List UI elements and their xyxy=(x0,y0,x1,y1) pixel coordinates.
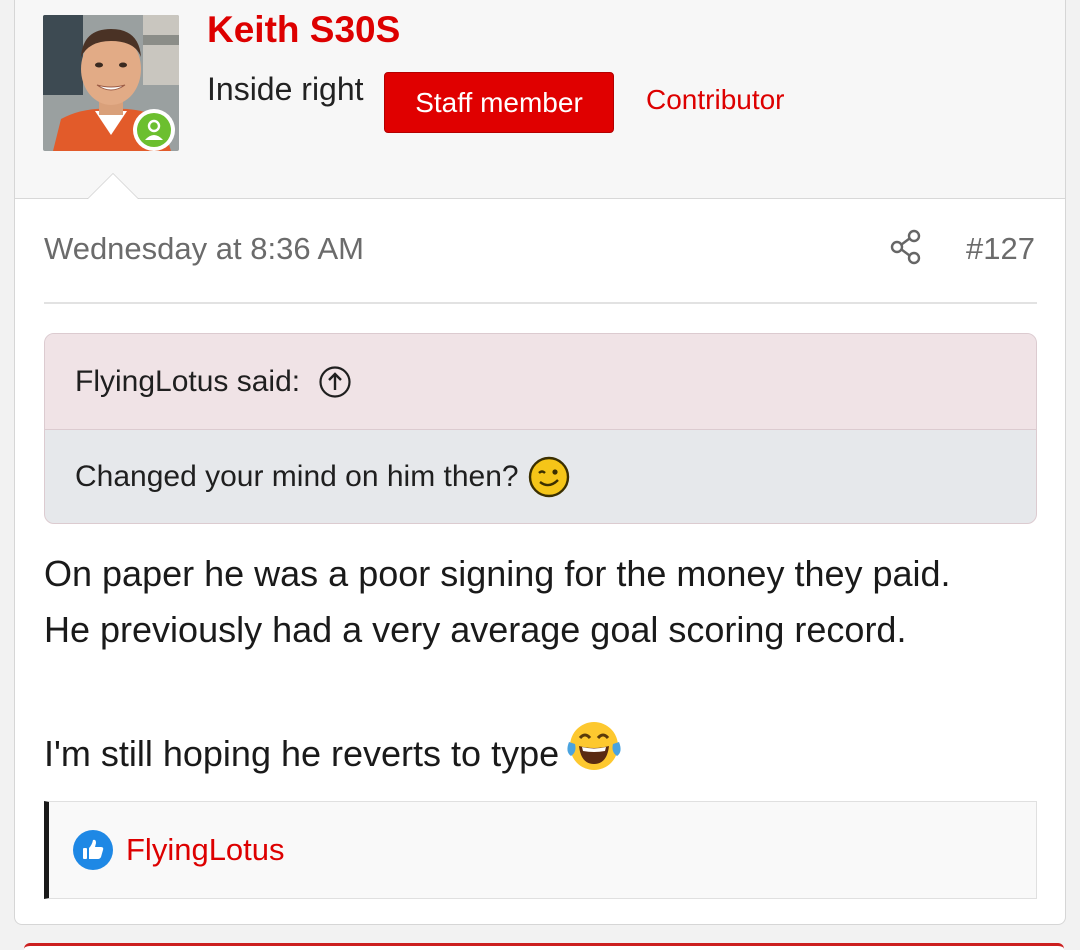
message-line-with-emoji: I'm still hoping he reverts to type xyxy=(44,718,1044,782)
post-date[interactable]: Wednesday at 8:36 AM xyxy=(44,231,364,267)
quote-text: Changed your mind on him then? xyxy=(75,460,519,493)
user-header: Keith S30S Inside right Staff member Con… xyxy=(15,0,1065,199)
person-icon xyxy=(145,119,163,140)
post-card: Keith S30S Inside right Staff member Con… xyxy=(14,0,1066,925)
message-line: On paper he was a poor signing for the m… xyxy=(44,553,951,594)
author-title: Inside right xyxy=(207,71,364,107)
reactions-bar[interactable]: FlyingLotus xyxy=(44,801,1037,899)
post-number-link[interactable]: #127 xyxy=(966,231,1035,267)
post-message: On paper he was a poor signing for the m… xyxy=(44,546,1044,782)
message-line: He previously had a very average goal sc… xyxy=(44,609,907,650)
arrow-up-circle-icon[interactable] xyxy=(318,365,352,399)
quote-header[interactable]: FlyingLotus said: xyxy=(45,334,1036,430)
online-indicator xyxy=(137,113,171,147)
wink-emoji-icon xyxy=(528,456,569,498)
author-username[interactable]: Keith S30S xyxy=(207,9,400,51)
staff-member-badge[interactable]: Staff member xyxy=(384,72,614,133)
quote-body: Changed your mind on him then? xyxy=(45,430,1036,523)
share-icon[interactable] xyxy=(889,229,923,265)
online-status-badge xyxy=(133,109,175,151)
reaction-user-link[interactable]: FlyingLotus xyxy=(126,832,285,868)
thumbs-up-icon xyxy=(73,830,113,870)
tears-of-joy-emoji-icon xyxy=(567,722,621,770)
quote-block: FlyingLotus said: Changed your mind on h… xyxy=(44,333,1037,524)
header-pointer-arrow xyxy=(87,173,139,199)
message-line: I'm still hoping he reverts to type xyxy=(44,733,560,774)
divider xyxy=(44,302,1037,304)
next-post-edge xyxy=(24,943,1064,950)
quote-attribution[interactable]: FlyingLotus said: xyxy=(75,365,300,399)
contributor-banner: Contributor xyxy=(646,84,785,115)
